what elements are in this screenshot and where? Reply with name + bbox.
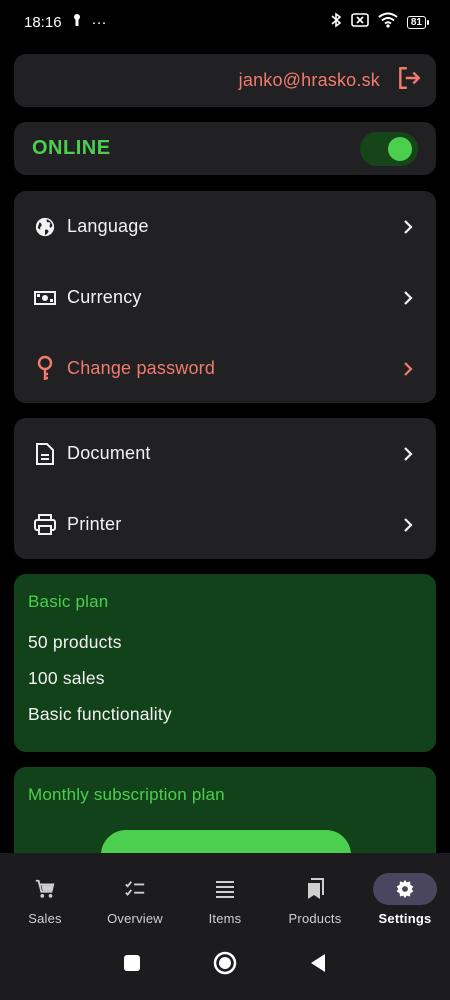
no-sim-icon bbox=[351, 13, 369, 31]
chevron-right-icon bbox=[398, 515, 418, 535]
tab-items[interactable]: Items bbox=[180, 853, 270, 939]
bluetooth-icon bbox=[330, 12, 342, 32]
tab-overview[interactable]: Overview bbox=[90, 853, 180, 939]
change-password-row[interactable]: Change password bbox=[14, 333, 436, 404]
change-password-label: Change password bbox=[67, 358, 216, 378]
chevron-right-icon bbox=[398, 217, 418, 237]
tab-label: Overview bbox=[107, 911, 163, 926]
bottom-navigation: Sales Overview Items Products Settings bbox=[0, 853, 450, 939]
account-card: janko@hrasko.sk bbox=[14, 54, 436, 107]
wifi-icon bbox=[378, 12, 398, 32]
lock-status-icon bbox=[72, 13, 82, 31]
plan-feature: 50 products bbox=[28, 632, 122, 652]
tab-settings[interactable]: Settings bbox=[360, 853, 450, 939]
account-email: janko@hrasko.sk bbox=[238, 70, 380, 90]
plan-feature: 100 sales bbox=[28, 668, 105, 688]
monthly-plan-title: Monthly subscription plan bbox=[28, 785, 225, 804]
online-toggle[interactable] bbox=[360, 131, 418, 166]
language-label: Language bbox=[67, 216, 149, 236]
tab-label: Products bbox=[288, 911, 342, 926]
chevron-right-icon bbox=[398, 444, 418, 464]
key-icon bbox=[33, 355, 57, 381]
tab-label: Sales bbox=[28, 911, 62, 926]
toggle-knob bbox=[388, 136, 412, 161]
document-row[interactable]: Document bbox=[14, 418, 436, 489]
home-button[interactable] bbox=[213, 951, 237, 980]
checklist-icon bbox=[103, 873, 167, 905]
logout-icon[interactable] bbox=[396, 65, 422, 96]
status-time: 18:16 bbox=[24, 13, 62, 31]
printer-icon bbox=[33, 513, 57, 537]
banknote-icon bbox=[33, 286, 57, 310]
document-label: Document bbox=[67, 443, 151, 463]
system-navigation-bar bbox=[0, 939, 450, 1000]
plan-feature: Basic functionality bbox=[28, 704, 172, 724]
monthly-plan-card: Monthly subscription plan bbox=[14, 767, 436, 867]
status-bar: 18:16 ··· 81 bbox=[0, 0, 450, 44]
back-button[interactable] bbox=[309, 953, 327, 978]
more-dots: ··· bbox=[91, 13, 107, 31]
chevron-right-icon bbox=[398, 359, 418, 379]
gear-icon bbox=[373, 873, 437, 905]
tab-label: Settings bbox=[378, 911, 432, 926]
printer-label: Printer bbox=[67, 514, 122, 534]
currency-row[interactable]: Currency bbox=[14, 262, 436, 333]
recents-button[interactable] bbox=[123, 954, 141, 977]
settings-group-2: Document Printer bbox=[14, 418, 436, 559]
tab-sales[interactable]: Sales bbox=[0, 853, 90, 939]
online-label: ONLINE bbox=[32, 137, 111, 159]
document-icon bbox=[33, 442, 57, 466]
basic-plan-title: Basic plan bbox=[28, 592, 109, 611]
basic-plan-card: Basic plan 50 products 100 sales Basic f… bbox=[14, 574, 436, 752]
language-row[interactable]: Language bbox=[14, 191, 436, 262]
battery-indicator: 81 bbox=[406, 15, 430, 29]
globe-icon bbox=[33, 215, 57, 239]
tab-label: Items bbox=[208, 911, 242, 926]
menu-icon bbox=[193, 873, 257, 905]
settings-group-1: Language Currency Change password bbox=[14, 191, 436, 403]
currency-label: Currency bbox=[67, 287, 142, 307]
chevron-right-icon bbox=[398, 288, 418, 308]
bookmarks-icon bbox=[283, 873, 347, 905]
cart-icon bbox=[13, 873, 77, 905]
online-card: ONLINE bbox=[14, 122, 436, 175]
tab-products[interactable]: Products bbox=[270, 853, 360, 939]
printer-row[interactable]: Printer bbox=[14, 489, 436, 560]
